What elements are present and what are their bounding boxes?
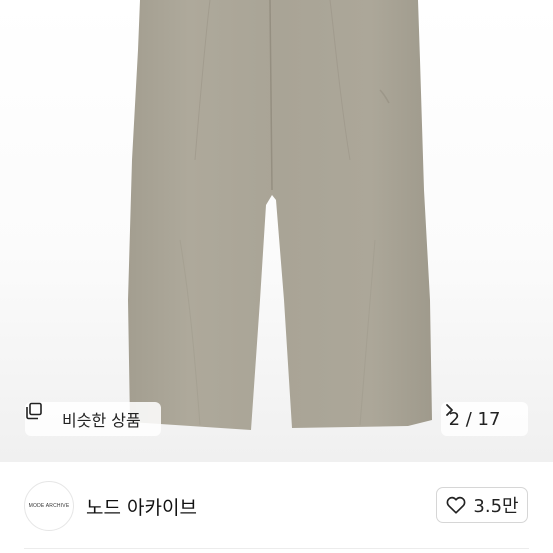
image-page-counter[interactable]: 2 / 17 [441, 402, 528, 436]
similar-products-label: 비슷한 상품 [62, 411, 141, 430]
similar-products-button[interactable]: 비슷한 상품 [25, 402, 161, 436]
chevron-right-icon [446, 404, 520, 427]
divider [24, 548, 529, 549]
like-button[interactable]: 3.5만 [436, 487, 528, 523]
seller-bar: MODE ARCHIVE 노드 아카이브 3.5만 [0, 462, 553, 553]
seller-logo-text: MODE ARCHIVE [28, 503, 70, 509]
seller-name[interactable]: 노드 아카이브 [86, 493, 197, 520]
seller-logo[interactable]: MODE ARCHIVE [24, 481, 74, 531]
heart-outline-icon [445, 494, 467, 516]
like-count: 3.5만 [473, 496, 519, 517]
stacked-squares-icon [26, 402, 55, 428]
pants-shape [128, 0, 432, 430]
product-image[interactable]: 비슷한 상품 2 / 17 [0, 0, 553, 462]
pants-photo [128, 0, 432, 430]
